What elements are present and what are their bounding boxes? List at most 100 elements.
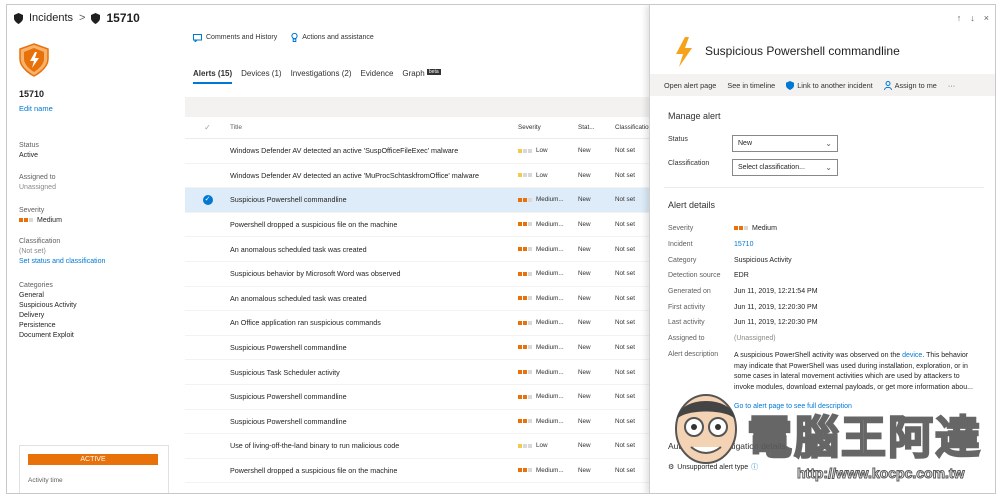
see-in-timeline-button[interactable]: See in timeline <box>727 81 775 90</box>
severity-text: Medium... <box>536 344 564 352</box>
category-item: Persistence <box>19 322 56 329</box>
table-row[interactable]: Powershell dropped a suspicious file on … <box>185 213 653 238</box>
alert-title[interactable]: Suspicious Powershell commandline <box>230 195 518 204</box>
tab-graph[interactable]: Graph beta <box>402 69 441 84</box>
comments-history-button[interactable]: Comments and History <box>193 33 277 42</box>
table-command-bar <box>185 97 653 117</box>
table-row[interactable]: Use of living-off-the-land binary to run… <box>185 434 653 459</box>
table-row[interactable]: Windows Defender AV detected an active '… <box>185 139 653 164</box>
table-row[interactable]: An anomalous scheduled task was created M… <box>185 287 653 312</box>
detail-value: Jun 11, 2019, 12:21:54 PM <box>734 288 818 295</box>
open-alert-label: Open alert page <box>664 80 717 90</box>
table-row[interactable]: Suspicious Powershell commandline Medium.… <box>185 410 653 435</box>
alert-title[interactable]: An anomalous scheduled task was created <box>230 294 518 303</box>
select-all-check-icon[interactable]: ✓ <box>204 123 211 132</box>
alert-title[interactable]: Suspicious Powershell commandline <box>230 417 518 426</box>
severity-medium-icon <box>518 296 532 301</box>
panel-status-label: Status <box>668 136 688 143</box>
severity-medium-icon <box>518 222 532 227</box>
shield-icon <box>91 12 101 24</box>
table-row[interactable]: An anomalous scheduled task was created M… <box>185 237 653 262</box>
alert-classification: Not set <box>615 417 635 425</box>
previous-arrow-icon[interactable]: ↑ <box>957 13 962 23</box>
chevron-down-icon: ⌄ <box>825 163 832 172</box>
severity-medium-icon <box>734 226 748 231</box>
detail-incident: Incident 15710 <box>668 240 753 249</box>
table-row[interactable]: Suspicious Powershell commandline Medium.… <box>185 336 653 361</box>
table-header: ✓ Title Severity Stat... Classification <box>185 117 653 139</box>
severity-medium-icon <box>518 197 532 202</box>
row-select-cell[interactable]: ✓ <box>185 194 230 205</box>
link-label: Link to another incident <box>797 80 873 90</box>
more-actions-button[interactable]: ··· <box>948 81 955 90</box>
tab-devices[interactable]: Devices (1) <box>241 69 281 84</box>
alert-classification: Not set <box>615 294 635 302</box>
alert-severity: Medium... <box>518 196 578 203</box>
column-status[interactable]: Stat... <box>578 124 615 131</box>
alert-title[interactable]: Suspicious Powershell commandline <box>230 343 518 352</box>
shield-icon <box>14 12 23 24</box>
severity-text: Medium... <box>536 270 564 278</box>
severity-medium-icon <box>518 468 532 473</box>
activity-card: ACTIVE Activity time <box>19 445 169 493</box>
alert-title[interactable]: An anomalous scheduled task was created <box>230 245 518 254</box>
alert-title[interactable]: Suspicious Powershell commandline <box>230 392 518 401</box>
category-item: Suspicious Activity <box>19 302 77 309</box>
table-row[interactable]: Suspicious Task Scheduler activity Medium… <box>185 360 653 385</box>
column-severity[interactable]: Severity <box>518 124 578 131</box>
alert-severity: Medium... <box>518 319 578 326</box>
categories-field: Categories General Suspicious Activity D… <box>19 281 77 341</box>
device-link[interactable]: device <box>902 352 922 359</box>
alert-title[interactable]: An Office application ran suspicious com… <box>230 318 518 327</box>
status-dropdown[interactable]: New ⌄ <box>732 135 838 152</box>
alert-title[interactable]: Powershell dropped a suspicious file on … <box>230 220 518 229</box>
set-status-link[interactable]: Set status and classification <box>19 257 105 267</box>
alert-title[interactable]: Windows Defender AV detected an active '… <box>230 146 518 155</box>
detail-key: First activity <box>668 304 705 311</box>
severity-field: Severity Medium <box>19 206 62 226</box>
table-row[interactable]: ✓ Suspicious Powershell commandline Medium… <box>185 188 653 213</box>
tab-evidence[interactable]: Evidence <box>361 69 394 84</box>
alert-title[interactable]: Suspicious Task Scheduler activity <box>230 368 518 377</box>
link-incident-button[interactable]: Link to another incident <box>786 80 873 90</box>
classification-value: (Not set) <box>19 248 46 255</box>
table-row[interactable]: Suspicious behavior by Microsoft Word wa… <box>185 262 653 287</box>
column-title[interactable]: Title <box>230 124 518 131</box>
beta-badge: beta <box>426 69 441 75</box>
table-row[interactable]: An Office application ran suspicious com… <box>185 311 653 336</box>
severity-low-icon <box>518 148 532 153</box>
alert-title[interactable]: Windows Defender AV detected an active '… <box>230 171 518 180</box>
tab-investigations[interactable]: Investigations (2) <box>291 69 352 84</box>
breadcrumb-root[interactable]: Incidents <box>29 12 73 24</box>
incident-title: 15710 <box>19 89 45 99</box>
actions-assistance-button[interactable]: Actions and assistance <box>291 33 374 42</box>
severity-text: Medium... <box>536 417 564 425</box>
table-row[interactable]: Windows Defender AV detected an active '… <box>185 164 653 189</box>
severity-medium-icon <box>518 247 532 251</box>
alert-classification: Not set <box>615 368 635 376</box>
incident-link[interactable]: 15710 <box>734 240 753 249</box>
table-row[interactable]: Powershell dropped a suspicious file on … <box>185 459 653 484</box>
alert-severity: Medium... <box>518 295 578 302</box>
detail-value: Medium <box>752 225 777 232</box>
alert-title[interactable]: Use of living-off-the-land binary to run… <box>230 441 518 450</box>
close-icon[interactable]: × <box>984 13 989 23</box>
open-alert-page-button[interactable]: Open alert page <box>664 81 716 90</box>
alert-title[interactable]: Powershell dropped a suspicious file on … <box>230 466 518 475</box>
tab-alerts[interactable]: Alerts (15) <box>193 69 233 84</box>
alert-title[interactable]: Suspicious behavior by Microsoft Word wa… <box>230 269 518 278</box>
incident-summary-panel: 15710 Edit name Status Active Assigned t… <box>7 31 185 493</box>
assigned-field: Assigned to Unassigned <box>19 173 56 193</box>
alert-status: New <box>578 196 591 204</box>
alert-classification: Not set <box>615 467 635 475</box>
next-arrow-icon[interactable]: ↓ <box>970 13 975 23</box>
edit-name-link[interactable]: Edit name <box>19 104 53 113</box>
alert-classification: Not set <box>615 319 635 327</box>
assign-to-me-button[interactable]: Assign to me <box>883 80 937 90</box>
classification-dropdown[interactable]: Select classification... ⌄ <box>732 159 838 176</box>
column-classification[interactable]: Classification <box>615 124 653 131</box>
check-icon[interactable]: ✓ <box>202 194 213 205</box>
table-row[interactable]: Suspicious Powershell commandline Medium.… <box>185 385 653 410</box>
tab-graph-label: Graph <box>402 69 425 78</box>
alert-status: New <box>578 467 591 475</box>
